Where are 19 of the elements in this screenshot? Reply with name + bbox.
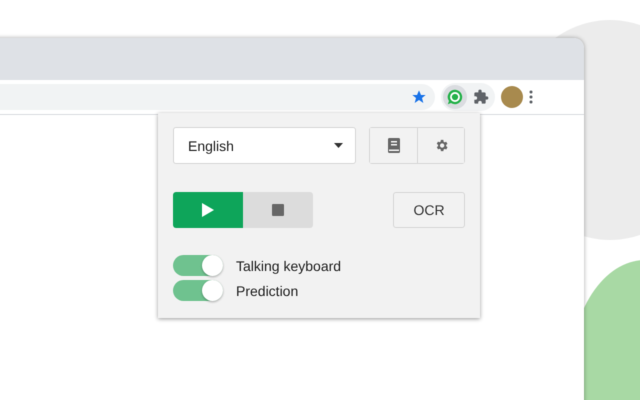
stop-button[interactable] (243, 192, 313, 228)
settings-button[interactable] (417, 128, 464, 163)
star-icon[interactable] (411, 89, 427, 105)
avatar[interactable] (501, 86, 523, 108)
play-button[interactable] (173, 192, 243, 228)
ocr-button[interactable]: OCR (393, 192, 465, 228)
puzzle-icon[interactable] (473, 89, 489, 105)
toggle-switch[interactable] (173, 280, 223, 301)
chat-bubble-icon[interactable] (446, 88, 464, 106)
language-select[interactable]: English (173, 127, 356, 164)
toggle-switch[interactable] (173, 255, 223, 276)
book-icon (388, 138, 400, 153)
play-icon (202, 203, 214, 217)
toggle-label: Prediction (236, 282, 298, 298)
gear-icon (434, 138, 448, 153)
more-menu-icon[interactable] (529, 90, 533, 104)
toggle-label: Talking keyboard (236, 258, 342, 274)
stop-icon (272, 204, 284, 216)
dropdown-caret-icon (334, 143, 343, 148)
